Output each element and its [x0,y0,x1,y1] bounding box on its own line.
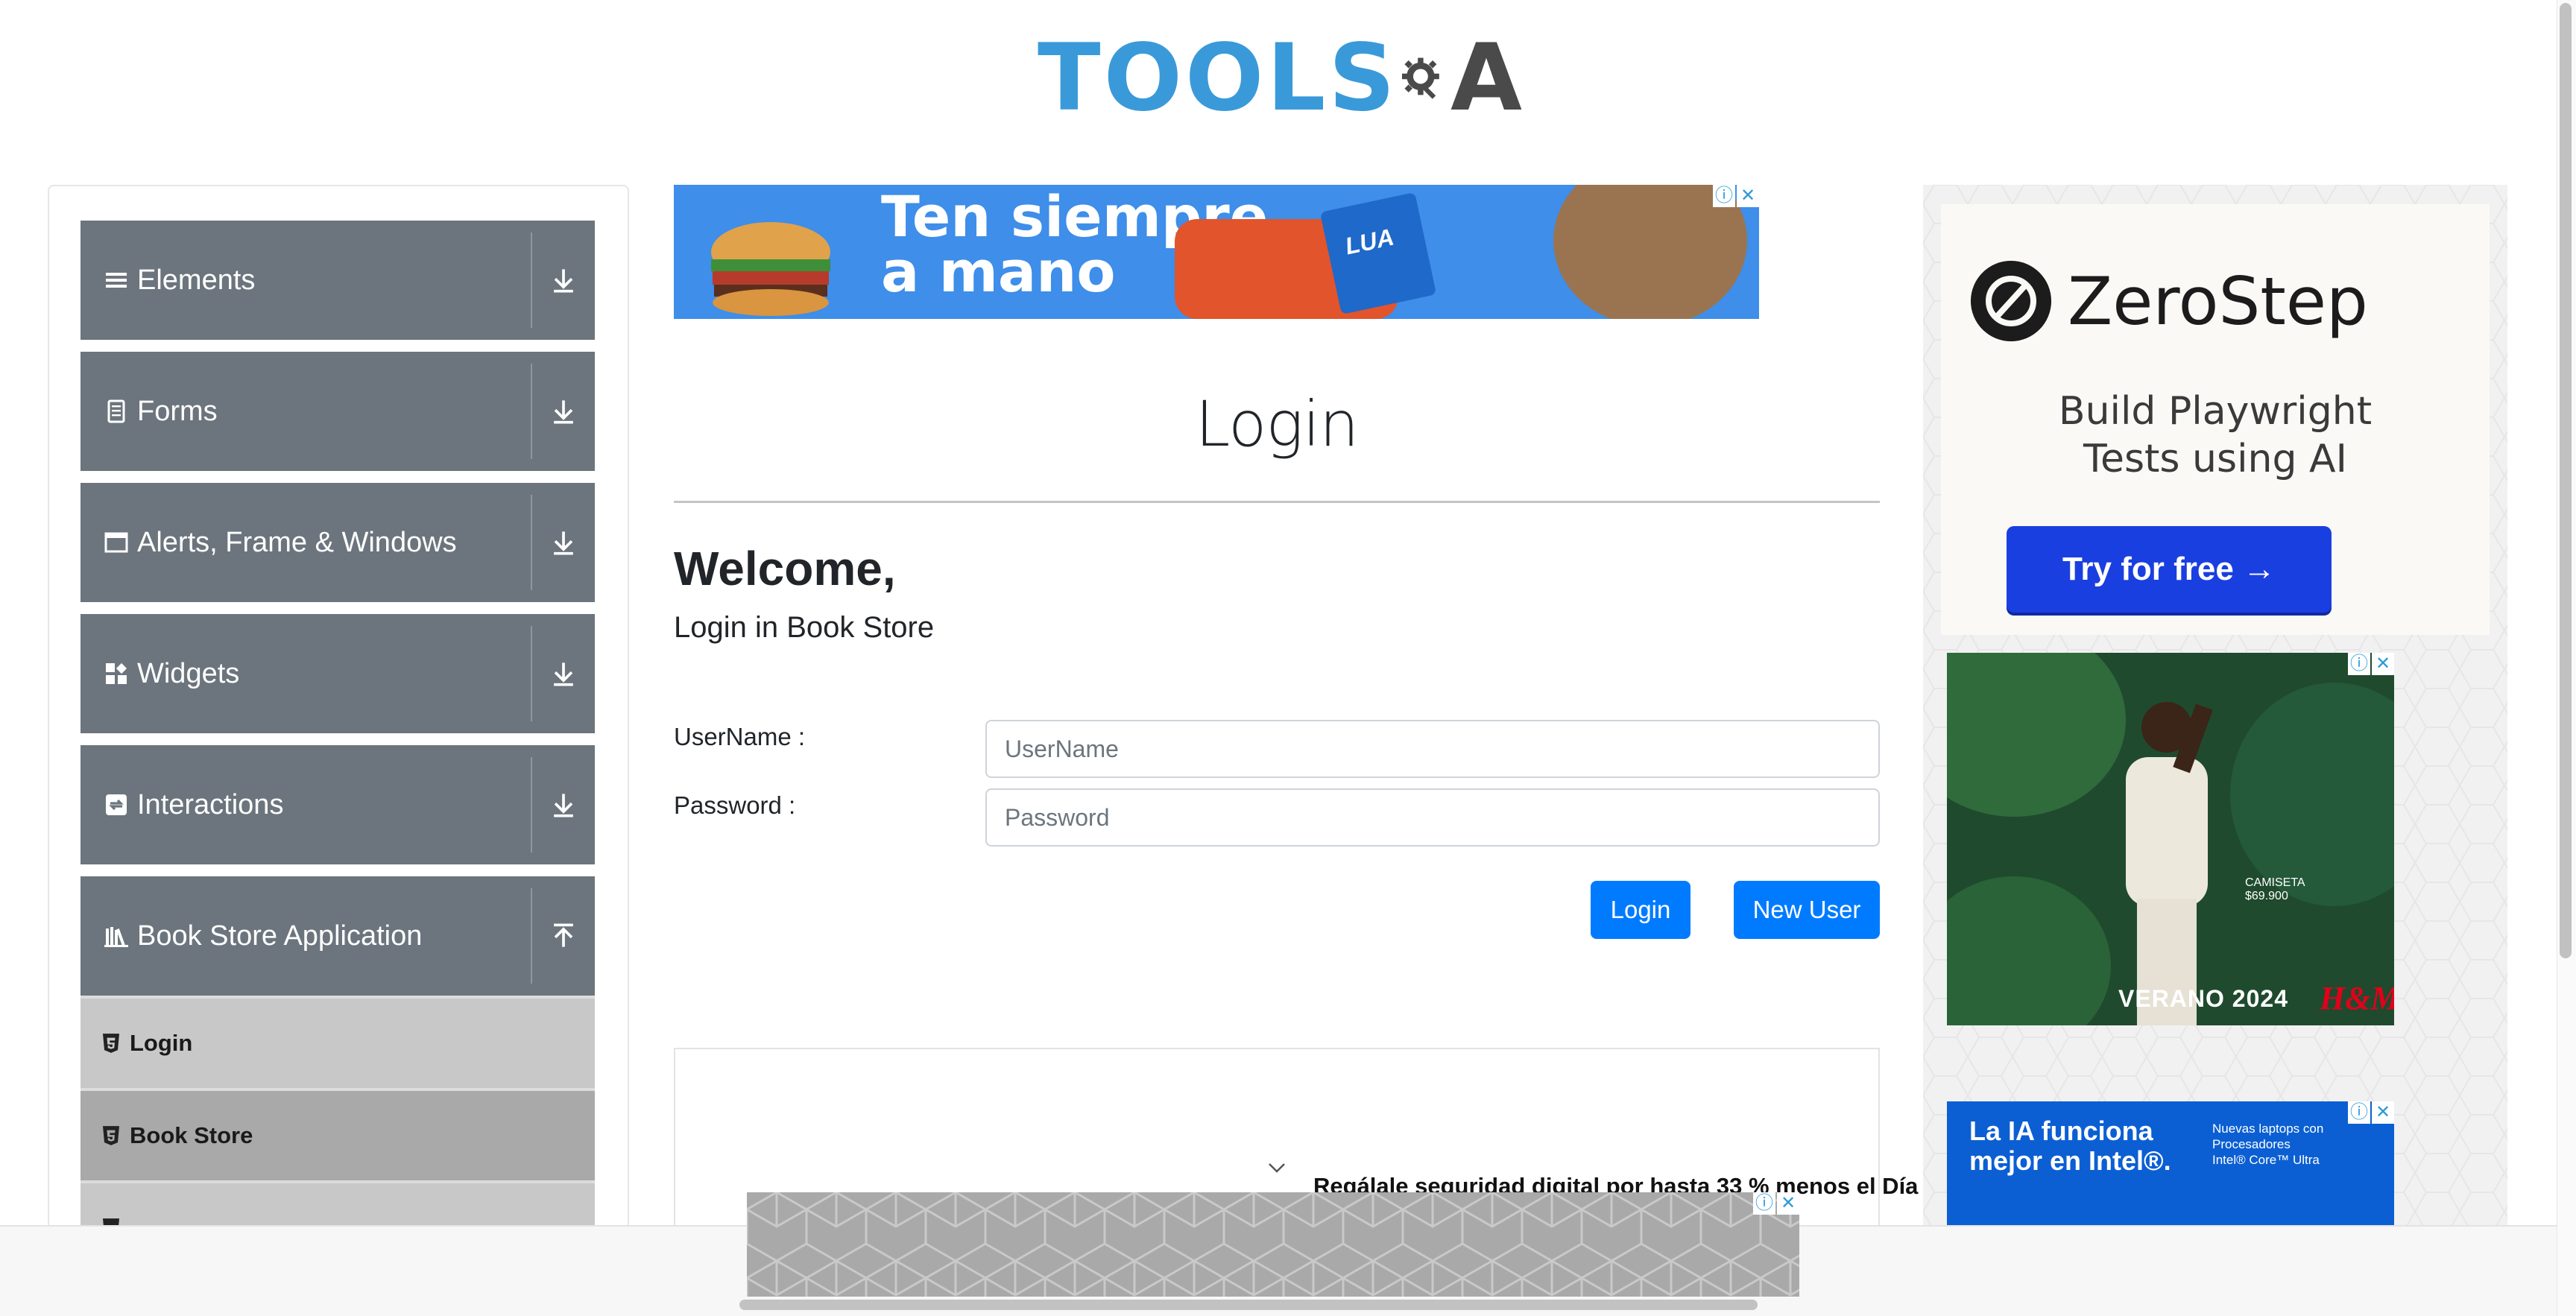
hm-product-text: CAMISETA $69.900 [2245,876,2305,903]
divider [531,495,532,590]
form-icon [107,399,125,423]
books-icon [104,927,128,947]
hm-ad[interactable]: CAMISETA $69.900 VERANO 2024 H&M ⓘ ✕ [1947,653,2394,1025]
snack-bag-label: LUA [1342,223,1397,260]
zerostep-logo: ZeroStep [1971,261,2368,341]
download-arrow-icon[interactable] [547,657,580,690]
hamburger-icon [106,273,127,288]
ad-info-icon[interactable]: ⓘ [1753,1192,1775,1215]
ad-close-icon[interactable]: ✕ [1737,185,1759,207]
hm-product-name: CAMISETA [2245,876,2305,889]
divider [531,757,532,852]
sidebar-group-forms[interactable]: Forms [80,352,595,471]
welcome-heading: Welcome, [674,542,896,595]
ad-close-icon[interactable]: ✕ [2372,653,2394,675]
sidebar-group-label: Alerts, Frame & Windows [137,526,457,558]
zerostep-name: ZeroStep [2068,262,2368,340]
title-divider [674,501,1880,503]
logo-text-a: A [1450,25,1522,132]
model-image [2126,702,2213,1025]
sidebar-group-alerts[interactable]: Alerts, Frame & Windows [80,483,595,602]
sidebar-group-interactions[interactable]: Interactions [80,745,595,864]
widgets-icon [106,662,127,684]
hm-logo: H&M [2320,980,2394,1016]
sidebar-group-label: Book Store Application [137,920,423,952]
toolsqa-logo[interactable]: TOOLS A [1038,22,1522,134]
download-arrow-icon[interactable] [547,264,580,297]
ad-controls: ⓘ ✕ [1753,1192,1799,1215]
download-arrow-icon[interactable] [547,526,580,559]
password-input[interactable] [985,788,1880,847]
new-user-button[interactable]: New User [1734,881,1880,939]
sidebar-item-label: Login [130,1030,193,1056]
divider [531,626,532,721]
try-for-free-button[interactable]: Try for free → [2007,526,2332,613]
horizontal-scrollbar[interactable] [739,1300,1758,1310]
intel-headline-line-1: La IA funciona [1969,1116,2153,1146]
page-title: Login [1195,387,1360,461]
sidebar-group-label: Forms [137,395,218,427]
interactions-icon [106,794,127,815]
vertical-scrollbar-thumb[interactable] [2560,3,2572,958]
sidebar-group-widgets[interactable]: Widgets [80,614,595,733]
hm-campaign-text: VERANO 2024 [2118,985,2288,1012]
burger-image [711,222,830,316]
intel-subtext-line-2: Procesadores [2212,1137,2291,1151]
ad-controls: ⓘ ✕ [2348,1101,2394,1124]
html5-icon [103,1034,119,1053]
ad-controls: ⓘ ✕ [2348,653,2394,675]
leaf-shape [2230,683,2394,906]
sidebar-item-login[interactable]: Login [80,996,595,1088]
password-label: Password : [674,791,796,819]
sidebar-item-book-store[interactable]: Book Store [80,1088,595,1180]
login-button[interactable]: Login [1591,881,1690,939]
cube-pattern-image [747,1192,1799,1297]
ad-close-icon[interactable]: ✕ [2372,1101,2394,1124]
sidebar-group-label: Interactions [137,788,284,820]
zerostep-tagline: Build Playwright Tests using AI [1941,387,2490,483]
ad-controls: ⓘ ✕ [1713,185,1759,207]
banner-ad[interactable]: Ten siempre a mano LUA ⓘ ✕ [674,185,1759,319]
sidebar-item-label: Book Store [130,1122,253,1148]
html5-icon [103,1126,119,1145]
intel-subtext-line-3: Intel® Core™ Ultra [2212,1153,2320,1167]
divider [531,232,532,328]
sidebar: Elements Forms Alerts, Frame & Windows W… [48,185,629,1316]
download-arrow-icon[interactable] [547,395,580,428]
ad-close-icon[interactable]: ✕ [1777,1192,1799,1215]
main-content: Login [674,387,1880,461]
leaf-shape [1947,876,2111,1025]
snack-bag-image: LUA [1319,192,1437,314]
bottom-ad[interactable]: ⓘ ✕ [747,1192,1799,1297]
intel-headline: La IA funciona mejor en Intel®. [1969,1116,2171,1176]
ad-info-icon[interactable]: ⓘ [2348,653,2370,675]
zerostep-tagline-line-2: Tests using AI [2083,437,2347,481]
upload-arrow-icon[interactable] [547,920,580,952]
zerostep-logo-icon [1971,261,2051,341]
intel-headline-line-2: mejor en Intel®. [1969,1145,2171,1176]
intel-subtext-line-1: Nuevas laptops con [2212,1122,2324,1136]
logo-text-tools: TOOLS [1038,25,1398,132]
sidebar-group-book-store[interactable]: Book Store Application [80,876,595,996]
intel-subtext: Nuevas laptops con Procesadores Intel® C… [2212,1121,2323,1168]
ad-info-icon[interactable]: ⓘ [2348,1101,2370,1124]
sidebar-group-label: Elements [137,264,256,296]
zerostep-tagline-line-1: Build Playwright [2058,389,2373,434]
sidebar-group-label: Widgets [137,657,240,689]
download-arrow-icon[interactable] [547,788,580,821]
username-label: UserName : [674,723,806,750]
window-icon [104,532,128,553]
username-input[interactable] [985,720,1880,778]
gear-magnifier-icon [1401,57,1439,99]
login-subtitle: Login in Book Store [674,611,935,644]
divider [531,888,532,984]
ad-info-icon[interactable]: ⓘ [1713,185,1735,207]
hm-product-price: $69.900 [2245,890,2288,902]
divider [531,364,532,459]
chevron-down-icon[interactable] [1266,1157,1288,1179]
sidebar-group-elements[interactable]: Elements [80,221,595,340]
